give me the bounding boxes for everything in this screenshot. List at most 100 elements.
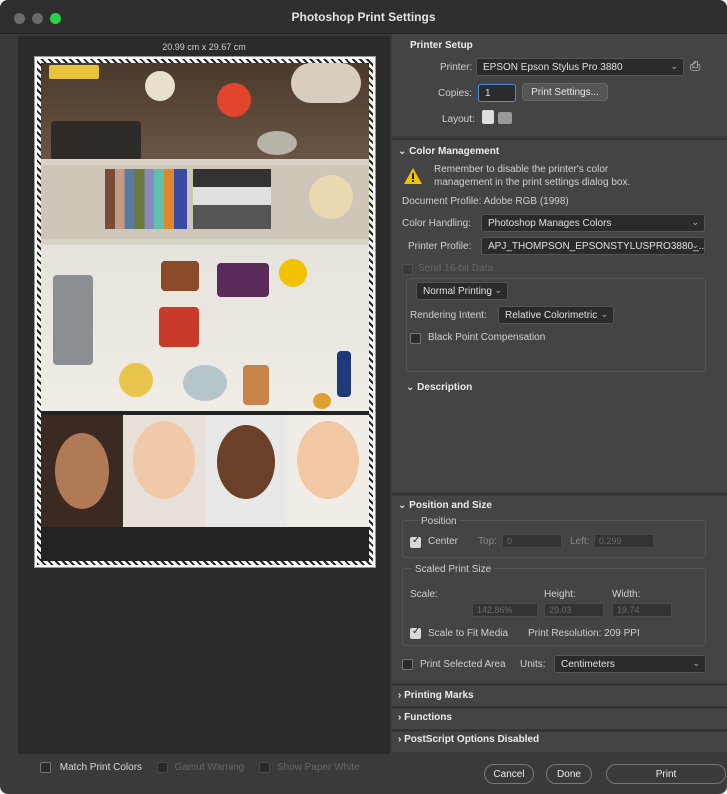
preview-image [41, 63, 369, 561]
add-printer-icon[interactable]: ⎙ [690, 58, 700, 74]
paper-size-label: 20.99 cm x 29.67 cm [162, 42, 246, 52]
print-settings-button[interactable]: Print Settings... [522, 83, 608, 101]
image-detail-fishbowl [183, 365, 227, 401]
center-label: Center [428, 536, 459, 547]
color-management-heading[interactable]: ⌄ Color Management [398, 146, 499, 157]
portrait-orientation-icon[interactable] [482, 110, 494, 124]
window-title: Photoshop Print Settings [291, 10, 436, 24]
rendering-intent-label: Rendering Intent: [410, 310, 487, 321]
portrait-face [217, 425, 275, 499]
image-detail-plant-pot [243, 365, 269, 405]
position-size-heading[interactable]: ⌄ Position and Size [398, 500, 492, 511]
rendering-intent-value: Relative Colorimetric [505, 310, 598, 321]
cancel-button[interactable]: Cancel [484, 764, 534, 784]
printing-marks-title: Printing Marks [404, 690, 474, 701]
image-detail-grayscale-chart [193, 169, 271, 229]
image-detail-colorchecker [105, 169, 187, 229]
send-16bit-checkbox[interactable] [402, 264, 413, 275]
printer-profile-label: Printer Profile: [408, 241, 472, 252]
top-input[interactable]: 0 [502, 534, 562, 548]
image-detail-cd [257, 131, 297, 155]
settings-panel: Printer Setup Printer: EPSON Epson Stylu… [392, 34, 727, 756]
portrait-face [55, 433, 109, 509]
chevron-right-icon: › [398, 690, 402, 701]
image-detail-label [49, 65, 99, 79]
printer-value: EPSON Epson Stylus Pro 3880 [483, 62, 623, 73]
top-label: Top: [478, 536, 497, 547]
width-label: Width: [612, 589, 641, 600]
chevron-down-icon: ⌄ [670, 61, 678, 71]
left-input[interactable]: 0.299 [594, 534, 654, 548]
description-heading[interactable]: ⌄ Description [406, 382, 472, 393]
position-label: Position [418, 516, 460, 527]
image-detail-sunflower [279, 259, 307, 287]
printer-label: Printer: [440, 62, 473, 73]
color-handling-label: Color Handling: [402, 218, 471, 229]
print-selected-area-label: Print Selected Area [420, 659, 506, 670]
print-settings-window: Photoshop Print Settings 20.99 cm x 29.6… [0, 0, 727, 794]
show-paper-white-checkbox[interactable] [259, 762, 271, 773]
paper-preview [34, 56, 376, 568]
gamut-warning-label: Gamut Warning [174, 762, 245, 774]
printing-marks-heading[interactable]: › Printing Marks [398, 690, 474, 701]
portrait-woman [41, 415, 123, 527]
section-divider [392, 730, 727, 731]
left-label: Left: [570, 536, 590, 547]
image-detail-alarm-clock [119, 363, 153, 397]
chevron-down-icon: ⌄ [600, 309, 608, 319]
width-input[interactable]: 19.74 [612, 603, 672, 617]
chevron-down-icon: ⌄ [398, 500, 407, 511]
landscape-orientation-icon[interactable] [498, 112, 512, 124]
portrait-face [297, 421, 359, 499]
image-detail-hat [291, 63, 361, 103]
image-detail-disc [309, 175, 353, 219]
print-resolution-label: Print Resolution: 209 PPI [528, 628, 640, 639]
height-label: Height: [544, 589, 576, 600]
warning-icon [404, 168, 422, 184]
done-button[interactable]: Done [546, 764, 592, 784]
black-point-checkbox[interactable] [410, 333, 421, 344]
black-point-label: Black Point Compensation [428, 332, 546, 343]
scale-to-fit-label: Scale to Fit Media [428, 628, 509, 639]
printer-profile-select[interactable]: APJ_THOMPSON_EPSONSTYLUSPRO3880_... ⌄ [481, 237, 705, 255]
scaled-print-size-label: Scaled Print Size [412, 564, 495, 575]
chevron-down-icon: ⌄ [398, 146, 407, 157]
send-16bit-label: Send 16-bit Data [418, 263, 494, 274]
chevron-right-icon: › [398, 712, 402, 723]
scale-input[interactable]: 142.86% [472, 603, 538, 617]
match-print-colors-checkbox[interactable] [40, 762, 51, 773]
image-detail-clock [145, 71, 175, 101]
rendering-intent-select[interactable]: Relative Colorimetric ⌄ [498, 306, 614, 324]
image-detail-fruit [313, 393, 331, 409]
height-input[interactable]: 29.03 [544, 603, 604, 617]
printer-setup-heading: Printer Setup [410, 40, 473, 51]
image-detail-red-box [159, 307, 199, 347]
center-checkbox[interactable] [410, 535, 421, 548]
section-divider [392, 138, 727, 139]
postscript-title: PostScript Options Disabled [404, 734, 540, 745]
portrait-baby-2 [205, 415, 287, 527]
normal-printing-select[interactable]: Normal Printing ⌄ [416, 282, 508, 300]
color-handling-select[interactable]: Photoshop Manages Colors ⌄ [481, 214, 705, 232]
postscript-heading[interactable]: › PostScript Options Disabled [398, 734, 539, 745]
copies-input[interactable]: 1 [478, 84, 516, 102]
title-bar: Photoshop Print Settings [0, 0, 727, 34]
copies-label: Copies: [438, 88, 472, 99]
functions-title: Functions [404, 712, 452, 723]
print-selected-area-checkbox[interactable] [402, 659, 413, 670]
chevron-down-icon: ⌄ [494, 285, 502, 295]
printer-profile-value: APJ_THOMPSON_EPSONSTYLUSPRO3880_... [488, 241, 705, 252]
normal-printing-value: Normal Printing [423, 286, 492, 297]
image-detail-kettle [53, 275, 93, 365]
portrait-baby-1 [123, 415, 205, 527]
print-button[interactable]: Print [606, 764, 726, 784]
printer-select[interactable]: EPSON Epson Stylus Pro 3880 ⌄ [476, 58, 684, 76]
units-select[interactable]: Centimeters ⌄ [554, 655, 706, 673]
scale-label: Scale: [410, 589, 438, 600]
image-detail-tools [51, 121, 141, 161]
color-management-title: Color Management [409, 146, 500, 157]
scale-to-fit-checkbox[interactable] [410, 626, 421, 639]
preview-options: Match Print Colors Gamut Warning Show Pa… [40, 762, 360, 773]
functions-heading[interactable]: › Functions [398, 712, 452, 723]
gamut-warning-checkbox[interactable] [156, 762, 168, 773]
